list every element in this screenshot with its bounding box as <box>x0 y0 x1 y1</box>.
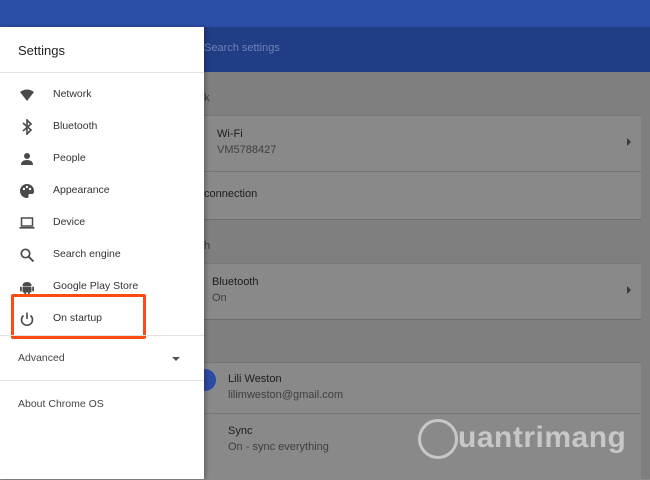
top-app-bar <box>0 0 650 27</box>
person-email: lilimweston@gmail.com <box>228 389 344 401</box>
sidebar-item-network[interactable]: Network <box>0 79 204 111</box>
person-name: Lili Weston <box>228 373 282 385</box>
settings-drawer: Settings Network Bluetooth People Appear… <box>0 27 204 479</box>
highlight-frame <box>11 294 146 339</box>
chevron-right-icon <box>627 286 631 294</box>
settings-content-dimmed: k Wi-Fi VM5788427 connection h Bluetooth… <box>194 72 650 480</box>
watermark-text: uantrimang <box>458 421 627 454</box>
sidebar-item-appearance[interactable]: Appearance <box>0 175 204 207</box>
sidebar-item-about-chrome-os[interactable]: About Chrome OS <box>18 398 104 410</box>
bluetooth-title: Bluetooth <box>212 276 259 288</box>
divider <box>0 72 204 73</box>
bluetooth-icon <box>22 119 33 135</box>
person-row[interactable]: Lili Weston lilimweston@gmail.com <box>194 362 641 413</box>
chevron-right-icon <box>627 138 631 146</box>
sidebar-item-search-engine[interactable]: Search engine <box>0 239 204 271</box>
wifi-network-name: VM5788427 <box>217 144 277 156</box>
bluetooth-row[interactable]: Bluetooth On <box>204 263 641 320</box>
search-bar[interactable]: Search settings <box>204 27 650 72</box>
sidebar-item-label: People <box>53 152 86 164</box>
chevron-down-icon[interactable] <box>172 357 180 361</box>
android-icon <box>20 282 34 295</box>
sidebar-item-device[interactable]: Device <box>0 207 204 239</box>
person-icon <box>21 153 33 165</box>
add-connection-label: connection <box>204 188 258 200</box>
sidebar-item-label: Google Play Store <box>53 280 139 292</box>
palette-icon <box>20 184 34 198</box>
bluetooth-status: On <box>212 292 227 304</box>
wifi-icon <box>20 89 34 101</box>
search-icon <box>20 248 35 263</box>
sidebar-item-label: Appearance <box>53 184 110 196</box>
sync-status: On - sync everything <box>228 441 329 453</box>
sidebar-item-label: Network <box>53 88 92 100</box>
search-input[interactable]: Search settings <box>204 42 280 54</box>
wifi-row[interactable]: Wi-Fi VM5788427 <box>204 115 641 171</box>
watermark-logo-icon <box>418 419 458 459</box>
sidebar-item-label: Search engine <box>53 248 121 260</box>
sidebar-item-people[interactable]: People <box>0 143 204 175</box>
sync-title: Sync <box>228 425 253 437</box>
sidebar-item-label: Bluetooth <box>53 120 98 132</box>
network-section-heading: k <box>204 92 210 104</box>
drawer-title: Settings <box>18 43 65 58</box>
add-connection-row[interactable]: connection <box>204 171 641 220</box>
sidebar-item-label: Device <box>53 216 86 228</box>
laptop-icon <box>19 217 35 229</box>
bluetooth-section-heading: h <box>204 240 211 252</box>
sidebar-item-bluetooth[interactable]: Bluetooth <box>0 111 204 143</box>
advanced-toggle[interactable]: Advanced <box>18 352 65 364</box>
divider <box>0 335 204 336</box>
wifi-title: Wi-Fi <box>217 128 243 140</box>
divider <box>0 380 204 381</box>
